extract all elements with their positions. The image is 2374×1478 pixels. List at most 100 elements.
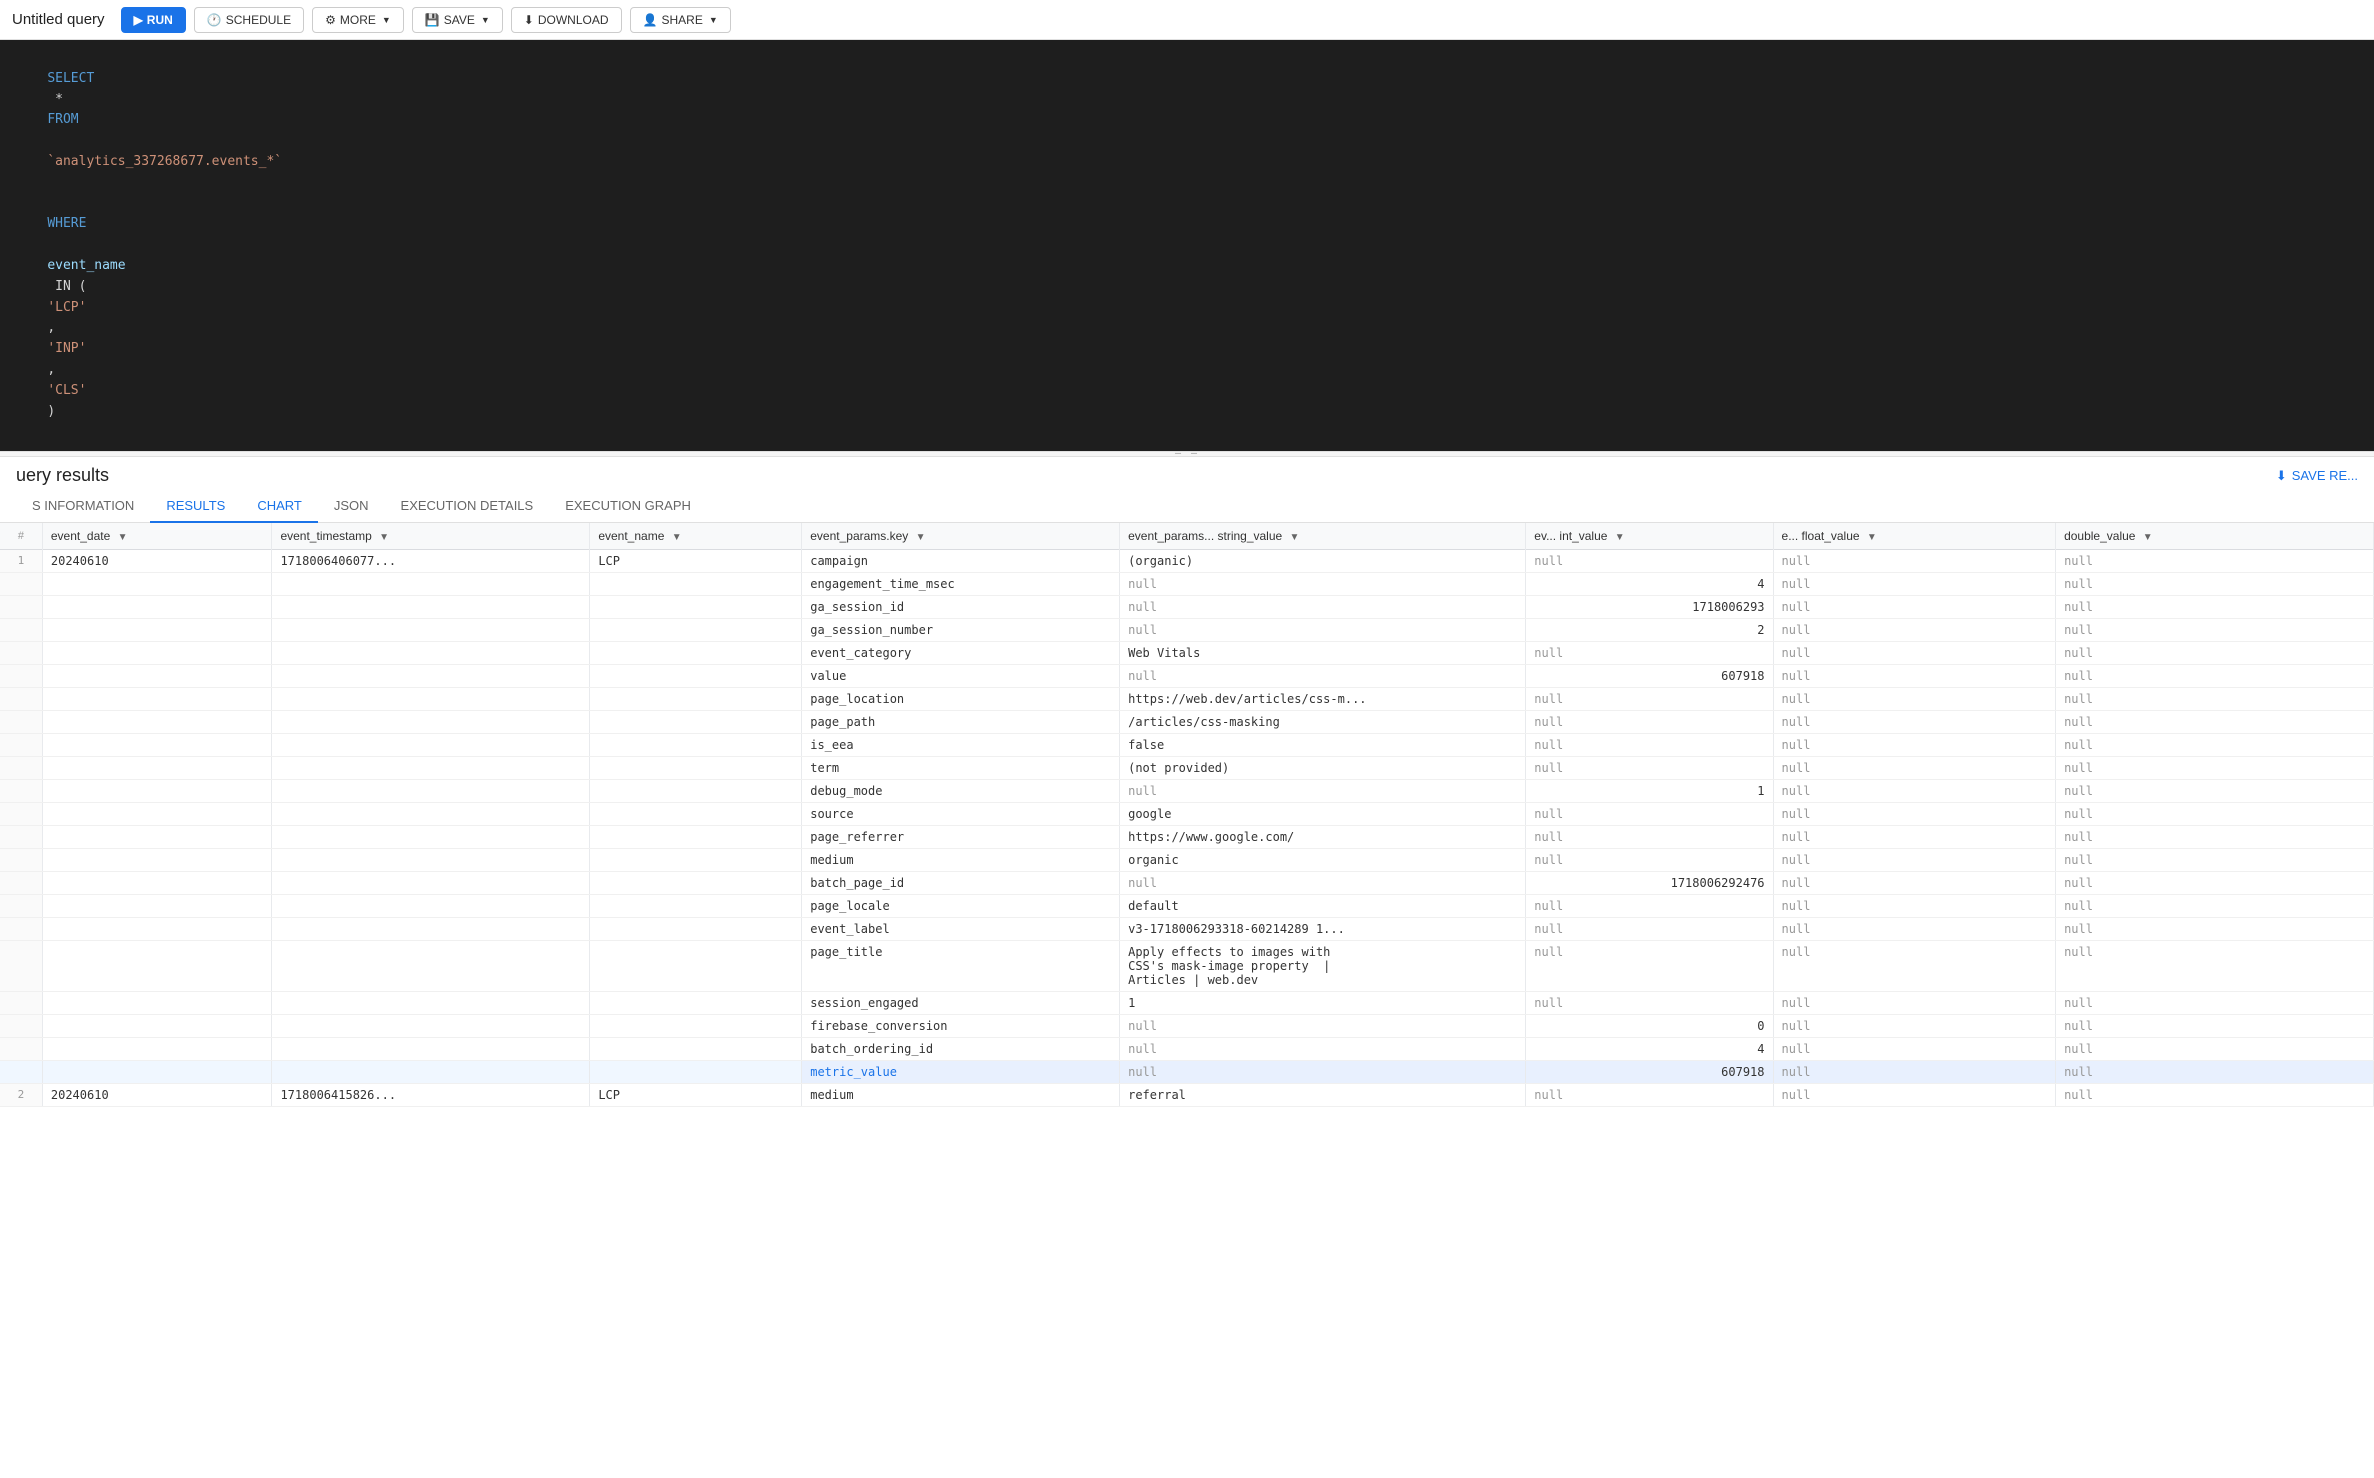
cell-event-timestamp	[272, 665, 590, 688]
col-params-key[interactable]: event_params.key ▼	[802, 523, 1120, 550]
col-resize[interactable]	[1115, 523, 1119, 549]
table-row: valuenull607918nullnull	[0, 665, 2374, 688]
cell-event-timestamp	[272, 780, 590, 803]
cell-params-key: session_engaged	[802, 992, 1120, 1015]
tab-chart[interactable]: CHART	[241, 490, 318, 523]
col-resize[interactable]	[2369, 523, 2373, 549]
results-table: # event_date ▼ event_timestamp ▼ event_n…	[0, 523, 2374, 1107]
download-icon: ⬇	[524, 13, 534, 27]
save-results-button[interactable]: ⬇ SAVE RE...	[2276, 468, 2358, 484]
table-row: engagement_time_msecnull4nullnull	[0, 573, 2374, 596]
cell-params-key: page_location	[802, 688, 1120, 711]
cell-params-string-value: (organic)	[1120, 550, 1526, 573]
cell-event-name	[590, 711, 802, 734]
row-number	[0, 1015, 42, 1038]
cell-event-timestamp	[272, 1061, 590, 1084]
table-body: 1202406101718006406077...LCPcampaign(org…	[0, 550, 2374, 1107]
col-double-value[interactable]: double_value ▼	[2056, 523, 2374, 550]
cell-int-value: null	[1526, 688, 1773, 711]
cell-double-value: null	[2056, 1061, 2374, 1084]
cell-params-key: page_path	[802, 711, 1120, 734]
col-event-date[interactable]: event_date ▼	[42, 523, 272, 550]
row-number	[0, 619, 42, 642]
table-row: metric_valuenull607918nullnull	[0, 1061, 2374, 1084]
download-button[interactable]: ⬇ DOWNLOAD	[511, 7, 622, 33]
cell-params-string-value: google	[1120, 803, 1526, 826]
tab-execution-details[interactable]: EXECUTION DETAILS	[385, 490, 550, 523]
tab-results[interactable]: RESULTS	[150, 490, 241, 523]
cell-double-value: null	[2056, 849, 2374, 872]
cell-params-string-value: null	[1120, 619, 1526, 642]
cell-double-value: null	[2056, 550, 2374, 573]
col-event-timestamp[interactable]: event_timestamp ▼	[272, 523, 590, 550]
cell-params-key: metric_value	[802, 1061, 1120, 1084]
col-int-value[interactable]: ev... int_value ▼	[1526, 523, 1773, 550]
cell-int-value: null	[1526, 550, 1773, 573]
cell-double-value: null	[2056, 573, 2374, 596]
cell-event-timestamp	[272, 596, 590, 619]
col-resize[interactable]	[267, 523, 271, 549]
sort-icon: ▼	[1867, 532, 1877, 543]
cell-params-key: ga_session_number	[802, 619, 1120, 642]
col-resize[interactable]	[585, 523, 589, 549]
cell-event-name	[590, 992, 802, 1015]
row-number	[0, 596, 42, 619]
cell-params-key: ga_session_id	[802, 596, 1120, 619]
col-event-name[interactable]: event_name ▼	[590, 523, 802, 550]
cell-double-value: null	[2056, 1015, 2374, 1038]
col-resize[interactable]	[2051, 523, 2055, 549]
share-button[interactable]: 👤 SHARE ▼	[630, 7, 731, 33]
run-button[interactable]: ▶ RUN	[121, 7, 186, 33]
cell-int-value: null	[1526, 849, 1773, 872]
cell-float-value: null	[1773, 688, 2056, 711]
table-row: batch_ordering_idnull4nullnull	[0, 1038, 2374, 1061]
more-button[interactable]: ⚙ MORE ▼	[312, 7, 404, 33]
cell-params-string-value: null	[1120, 665, 1526, 688]
tab-json[interactable]: JSON	[318, 490, 385, 523]
sql-editor[interactable]: SELECT * FROM `analytics_337268677.event…	[0, 40, 2374, 451]
cell-params-string-value: null	[1120, 596, 1526, 619]
cell-params-string-value: https://web.dev/articles/css-m...	[1120, 688, 1526, 711]
cell-float-value: null	[1773, 826, 2056, 849]
col-params-string-value[interactable]: event_params... string_value ▼	[1120, 523, 1526, 550]
row-number	[0, 573, 42, 596]
table-row: mediumorganicnullnullnull	[0, 849, 2374, 872]
table-row: term(not provided)nullnullnull	[0, 757, 2374, 780]
results-table-container[interactable]: # event_date ▼ event_timestamp ▼ event_n…	[0, 523, 2374, 1107]
save-button[interactable]: 💾 SAVE ▼	[412, 7, 503, 33]
row-number	[0, 780, 42, 803]
sql-line-2: WHERE event_name IN ( 'LCP' , 'INP' , 'C…	[16, 194, 2358, 444]
cell-double-value: null	[2056, 803, 2374, 826]
cell-double-value: null	[2056, 872, 2374, 895]
cell-event-date	[42, 688, 272, 711]
row-number	[0, 992, 42, 1015]
row-number	[0, 895, 42, 918]
cell-params-string-value: null	[1120, 1061, 1526, 1084]
tab-execution-graph[interactable]: EXECUTION GRAPH	[549, 490, 707, 523]
cell-double-value: null	[2056, 895, 2374, 918]
cell-params-key: is_eea	[802, 734, 1120, 757]
cell-params-key: source	[802, 803, 1120, 826]
cell-event-date: 20240610	[42, 1084, 272, 1107]
col-float-value[interactable]: e... float_value ▼	[1773, 523, 2056, 550]
cell-event-date	[42, 757, 272, 780]
cell-event-name	[590, 573, 802, 596]
cell-params-key: batch_page_id	[802, 872, 1120, 895]
cell-int-value: 607918	[1526, 1061, 1773, 1084]
cell-params-key: batch_ordering_id	[802, 1038, 1120, 1061]
schedule-button[interactable]: 🕐 SCHEDULE	[194, 7, 304, 33]
cell-event-date: 20240610	[42, 550, 272, 573]
table-row: event_labelv3-1718006293318-60214289 1..…	[0, 918, 2374, 941]
tab-schema-information[interactable]: S INFORMATION	[16, 490, 150, 523]
chevron-down-icon: ▼	[382, 15, 391, 25]
col-resize[interactable]	[797, 523, 801, 549]
table-row: sourcegooglenullnullnull	[0, 803, 2374, 826]
col-resize[interactable]	[1769, 523, 1773, 549]
cell-event-timestamp	[272, 642, 590, 665]
cell-event-timestamp: 1718006406077...	[272, 550, 590, 573]
cell-float-value: null	[1773, 1061, 2056, 1084]
table-row: batch_page_idnull1718006292476nullnull	[0, 872, 2374, 895]
cell-event-timestamp	[272, 872, 590, 895]
cell-event-date	[42, 596, 272, 619]
col-resize[interactable]	[1521, 523, 1525, 549]
